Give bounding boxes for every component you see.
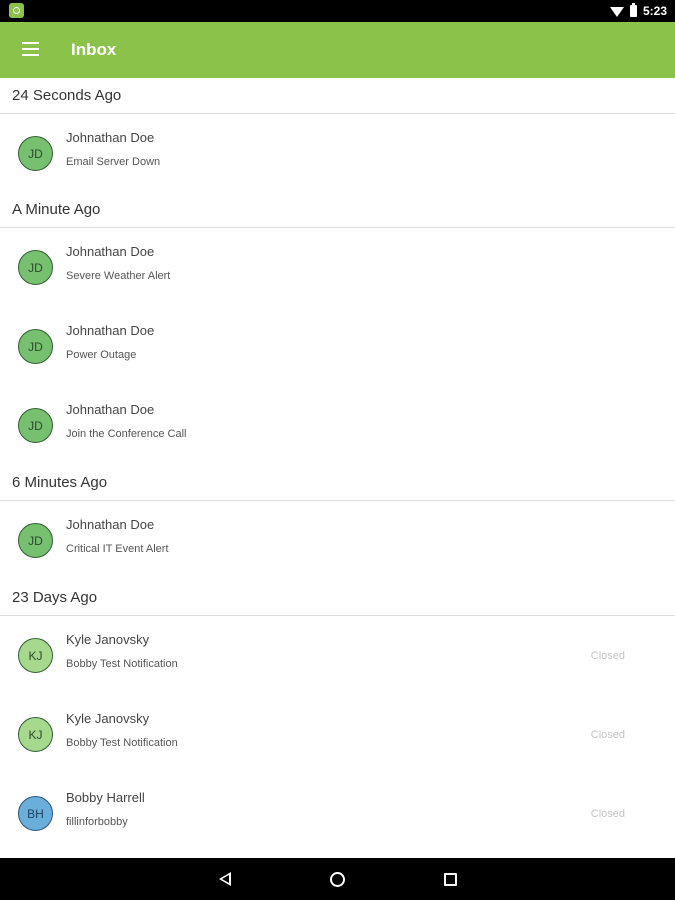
list-item[interactable]: KJ Kyle Janovsky Bobby Test Notification… <box>0 616 675 695</box>
item-subject: Join the Conference Call <box>66 428 187 440</box>
list-item[interactable]: JD Johnathan Doe Email Server Down <box>0 114 675 192</box>
item-sender: Johnathan Doe <box>66 517 155 532</box>
avatar: JD <box>18 523 53 558</box>
avatar: KJ <box>18 717 53 752</box>
section-header: 6 Minutes Ago <box>0 465 675 501</box>
item-subject: Bobby Test Notification <box>66 658 178 670</box>
status-badge: Closed <box>590 729 625 741</box>
item-subject: fillinforbobby <box>66 816 128 828</box>
recents-icon[interactable] <box>444 873 457 886</box>
battery-icon <box>629 3 637 17</box>
navigation-bar <box>0 858 675 900</box>
list-item[interactable]: JD Johnathan Doe Power Outage <box>0 307 675 386</box>
list-item[interactable]: KJ Kyle Janovsky Bobby Test Notification… <box>0 695 675 774</box>
status-time: 5:23 <box>642 4 667 18</box>
app-bar: Inbox <box>0 22 675 78</box>
status-bar: 5:23 <box>0 0 675 22</box>
status-badge: Closed <box>590 650 625 662</box>
item-subject: Bobby Test Notification <box>66 737 178 749</box>
item-subject: Severe Weather Alert <box>66 270 171 282</box>
avatar: BH <box>18 796 53 831</box>
app-notification-icon <box>9 3 24 18</box>
item-subject: Email Server Down <box>66 156 161 168</box>
list-item[interactable]: JD Johnathan Doe Join the Conference Cal… <box>0 386 675 465</box>
avatar: JD <box>18 136 53 171</box>
item-sender: Johnathan Doe <box>66 323 155 338</box>
status-badge: Closed <box>590 808 625 820</box>
item-sender: Bobby Harrell <box>66 790 145 805</box>
item-sender: Johnathan Doe <box>66 402 155 417</box>
section-header: 24 Seconds Ago <box>0 78 675 114</box>
back-icon[interactable] <box>219 872 231 886</box>
item-sender: Johnathan Doe <box>66 244 155 259</box>
item-sender: Kyle Janovsky <box>66 632 150 647</box>
avatar: JD <box>18 408 53 443</box>
wifi-icon <box>609 7 624 17</box>
avatar: JD <box>18 329 53 364</box>
avatar: JD <box>18 250 53 285</box>
list-item[interactable]: JD Johnathan Doe Severe Weather Alert <box>0 228 675 307</box>
menu-icon[interactable] <box>22 42 42 58</box>
item-subject: Power Outage <box>66 349 137 361</box>
avatar: KJ <box>18 638 53 673</box>
inbox-list: 24 Seconds Ago JD Johnathan Doe Email Se… <box>0 78 675 853</box>
home-icon[interactable] <box>330 872 345 887</box>
item-sender: Johnathan Doe <box>66 130 155 145</box>
section-header: A Minute Ago <box>0 192 675 228</box>
status-indicators: 5:23 <box>609 2 667 20</box>
section-header: 23 Days Ago <box>0 580 675 616</box>
list-item[interactable]: BH Bobby Harrell fillinforbobby Closed <box>0 774 675 853</box>
page-title: Inbox <box>71 40 117 59</box>
item-sender: Kyle Janovsky <box>66 711 150 726</box>
list-item[interactable]: JD Johnathan Doe Critical IT Event Alert <box>0 501 675 580</box>
item-subject: Critical IT Event Alert <box>66 543 169 555</box>
